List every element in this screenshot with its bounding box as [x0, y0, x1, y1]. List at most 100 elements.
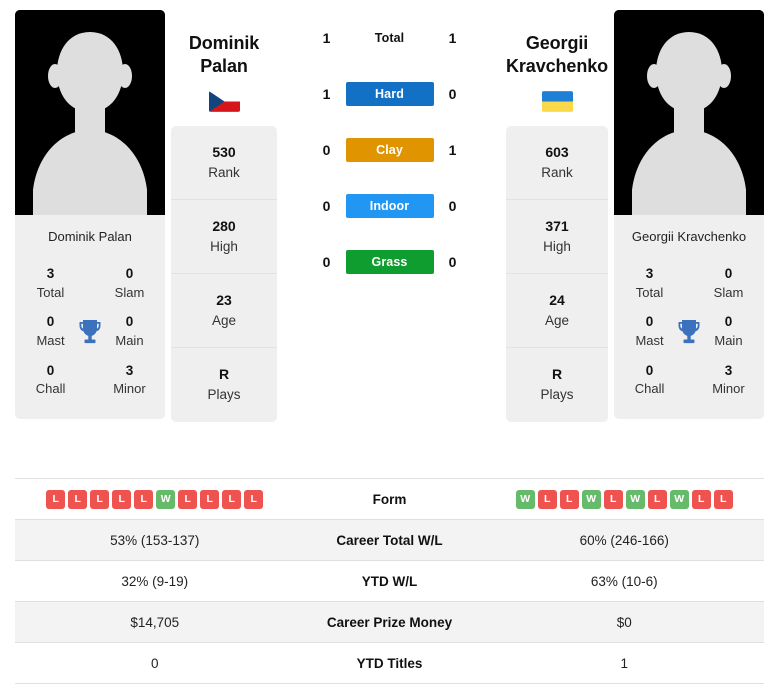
left-player-flag-wrap	[171, 78, 277, 126]
trophy-icon	[671, 318, 707, 346]
right-stat-plays: R Plays	[540, 366, 574, 403]
row-label-career-total-wl: Career Total W/L	[336, 532, 443, 548]
stats-comparison-table: LLLLLWLLLL Form WLLWLWLWLL 53% (153-137)…	[15, 478, 764, 684]
left-form-strip: LLLLLWLLLL	[19, 489, 291, 509]
form-badge-loss: L	[691, 489, 711, 509]
right-titles-row-1: 3 Total 0 Slam	[620, 260, 758, 308]
form-badge-loss: L	[559, 489, 579, 509]
left-titles-main: 0 Main	[115, 314, 144, 348]
right-player-last-name: Kravchenko	[506, 56, 609, 77]
form-badge-win: W	[669, 489, 689, 509]
right-player-flag-wrap	[506, 78, 608, 126]
row-label-ytd-titles: YTD Titles	[356, 655, 423, 671]
h2h-surface-indoor[interactable]: Indoor	[345, 194, 434, 218]
h2h-left-score: 1	[322, 86, 331, 102]
form-badge-win: W	[625, 489, 645, 509]
form-badge-win: W	[156, 489, 176, 509]
form-badge-loss: L	[112, 489, 132, 509]
h2h-surface-clay[interactable]: Clay	[345, 138, 434, 162]
form-badge-loss: L	[537, 489, 557, 509]
left-titles-block: 3 Total 0 Slam 0 Mast 0 Main 0 Chall 3 M…	[15, 260, 165, 420]
h2h-right-score: 0	[448, 198, 457, 214]
form-badge-loss: L	[647, 489, 667, 509]
row-label-ytd-wl: YTD W/L	[361, 573, 418, 589]
h2h-right-score: 1	[448, 30, 457, 46]
row-label-career-prize-money: Career Prize Money	[326, 614, 453, 630]
left-titles-row-3: 0 Chall 3 Minor	[21, 357, 159, 405]
left-player-caption: Dominik Palan	[15, 215, 165, 260]
h2h-row: 0 Indoor 0	[287, 178, 492, 234]
left-titles-total: 3 Total	[36, 266, 65, 300]
right-ytd-wl: 63% (10-6)	[590, 573, 658, 589]
left-stat-rank: 530 Rank	[171, 126, 277, 201]
flag-ukraine-icon	[541, 91, 573, 112]
form-badge-loss: L	[68, 489, 88, 509]
left-player-name[interactable]: Dominik Palan	[171, 10, 277, 78]
right-player-card[interactable]: Georgii Kravchenko 3 Total 0 Slam 0 Mast…	[614, 10, 764, 420]
form-badge-loss: L	[178, 489, 198, 509]
left-player-card[interactable]: Dominik Palan 3 Total 0 Slam 0 Mast 0 Ma…	[15, 10, 165, 420]
h2h-left-score: 0	[322, 198, 331, 214]
person-placeholder-avatar-icon	[614, 10, 764, 215]
right-titles-chall: 0 Chall	[634, 362, 665, 397]
trophy-icon	[72, 318, 108, 346]
right-titles-block: 3 Total 0 Slam 0 Mast 0 Main 0 Chall 3 M…	[614, 260, 764, 420]
right-player-first-name: Georgii	[525, 33, 589, 53]
right-titles-total: 3 Total	[635, 266, 664, 300]
h2h-right-score: 1	[448, 142, 457, 158]
h2h-surface-hard[interactable]: Hard	[345, 82, 434, 106]
form-badge-win: W	[515, 489, 535, 509]
right-player-avatar	[614, 10, 764, 215]
right-career-total-wl: 60% (246-166)	[579, 532, 669, 548]
right-career-prize-money: $0	[616, 614, 632, 630]
left-ytd-wl: 32% (9-19)	[121, 573, 189, 589]
h2h-right-score: 0	[448, 254, 457, 270]
table-row: 0 YTD Titles 1	[15, 643, 764, 684]
h2h-row: 1 Hard 0	[287, 66, 492, 122]
comparison-section: Dominik Palan 3 Total 0 Slam 0 Mast 0 Ma…	[0, 0, 779, 470]
right-player-name[interactable]: Georgii Kravchenko	[506, 10, 608, 78]
table-row: 53% (153-137) Career Total W/L 60% (246-…	[15, 520, 764, 561]
left-titles-chall: 0 Chall	[35, 362, 66, 397]
left-titles-row-2: 0 Mast 0 Main	[21, 308, 159, 356]
player-comparison-page: Dominik Palan 3 Total 0 Slam 0 Mast 0 Ma…	[0, 0, 779, 699]
right-form-strip: WLLWLWLWLL	[489, 489, 761, 509]
table-row: LLLLLWLLLL Form WLLWLWLWLL	[15, 479, 764, 520]
left-stat-high: 280 High	[171, 200, 277, 275]
h2h-row: 0 Grass 0	[287, 234, 492, 290]
h2h-left-score: 1	[322, 30, 331, 46]
h2h-left-score: 0	[322, 142, 331, 158]
table-row: $14,705 Career Prize Money $0	[15, 602, 764, 643]
h2h-row: 0 Clay 1	[287, 122, 492, 178]
left-titles-minor: 3 Minor	[113, 362, 146, 397]
person-placeholder-avatar-icon	[15, 10, 165, 215]
form-badge-loss: L	[46, 489, 66, 509]
left-career-prize-money: $14,705	[130, 614, 180, 630]
right-titles-row-2: 0 Mast 0 Main	[620, 308, 758, 356]
form-badge-loss: L	[134, 489, 154, 509]
row-label-form: Form	[372, 491, 407, 507]
left-titles-mast: 0 Mast	[36, 314, 65, 348]
flag-czech-republic-icon	[208, 91, 240, 112]
right-stat-rank: 603 Rank	[506, 126, 608, 201]
form-badge-loss: L	[222, 489, 242, 509]
h2h-surface-grass[interactable]: Grass	[345, 250, 434, 274]
right-ytd-titles: 1	[620, 655, 628, 671]
form-right: WLLWLWLWLL	[485, 482, 765, 517]
right-stat-high: 371 High	[506, 200, 608, 275]
head-to-head-column: 1 Total 1 1 Hard 0 0 Clay 1 0 Indoor 0 0	[283, 10, 496, 290]
h2h-surface-total: Total	[374, 31, 405, 45]
form-badge-loss: L	[90, 489, 110, 509]
left-stat-plays: R Plays	[207, 366, 241, 403]
trophy-icon-glyph	[79, 319, 101, 343]
form-left: LLLLLWLLLL	[15, 482, 295, 517]
right-titles-slam: 0 Slam	[713, 266, 744, 300]
left-titles-row-1: 3 Total 0 Slam	[21, 260, 159, 308]
right-player-stats: 603 Rank 371 High 24 Age R Plays	[506, 126, 608, 423]
left-player-stats: 530 Rank 280 High 23 Age R Plays	[171, 126, 277, 423]
left-titles-slam: 0 Slam	[114, 266, 145, 300]
right-player-summary: Georgii Kravchenko 603 Rank 371 High 24 …	[496, 10, 614, 423]
form-badge-win: W	[581, 489, 601, 509]
form-badge-loss: L	[200, 489, 220, 509]
form-badge-loss: L	[603, 489, 623, 509]
